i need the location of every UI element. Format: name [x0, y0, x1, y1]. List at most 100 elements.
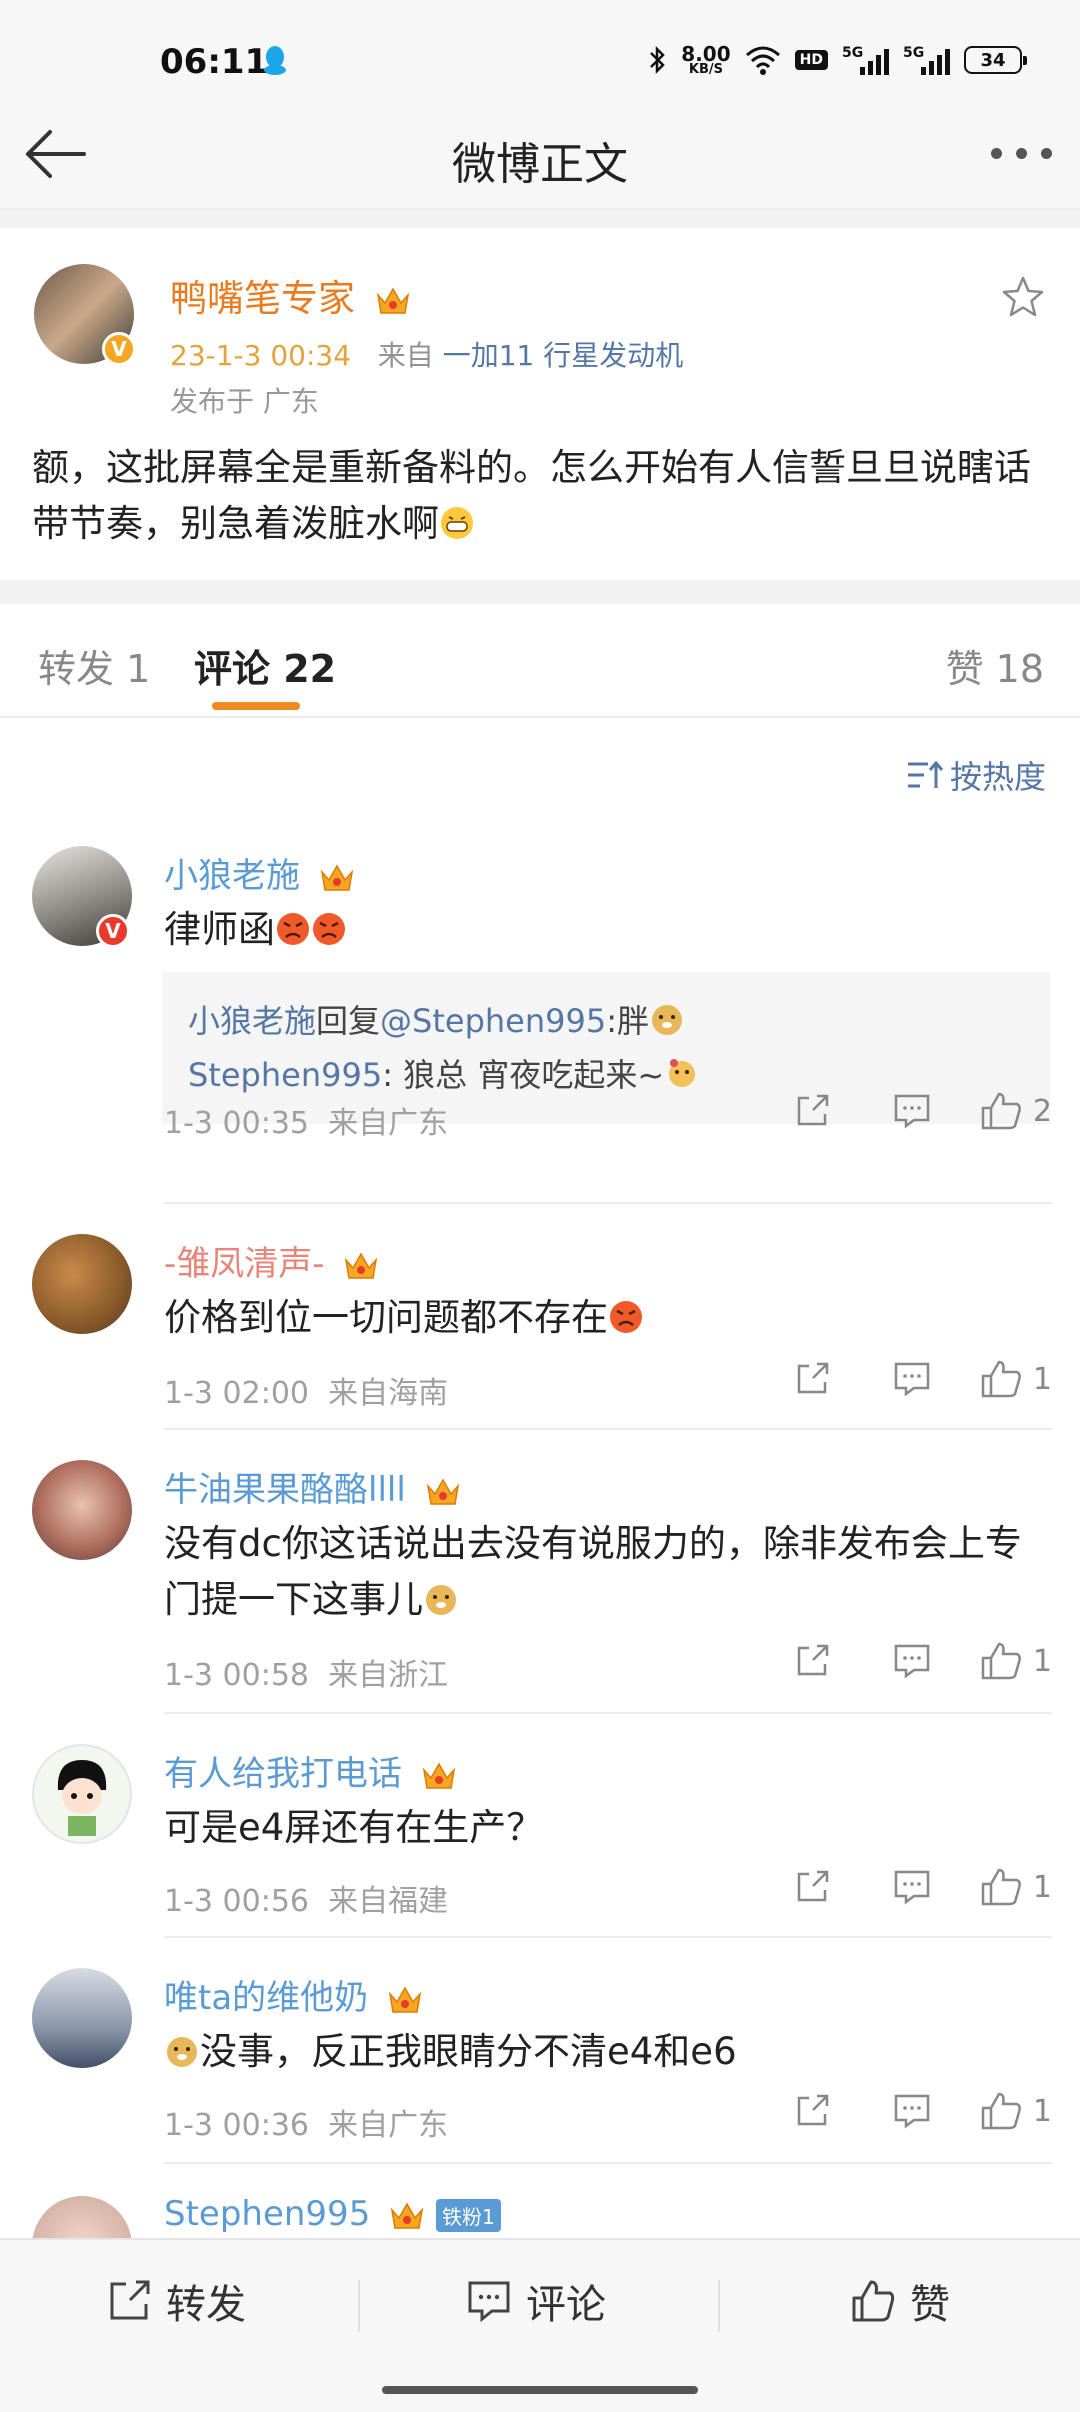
tab-repost[interactable]: 转发 1: [38, 638, 150, 693]
sort-by-hot-button[interactable]: 按热度: [906, 752, 1046, 798]
angry-emoji-icon: [610, 1301, 642, 1333]
commenter-avatar[interactable]: [32, 1744, 132, 1844]
commenter-avatar[interactable]: [32, 1968, 132, 2068]
reply-icon[interactable]: [862, 2092, 962, 2130]
crown-icon: [426, 1477, 459, 1505]
reply-icon[interactable]: [862, 1092, 962, 1130]
post-meta: 23-1-3 00:34 来自 一加11 行星发动机: [170, 334, 683, 374]
comment-meta: 1-3 00:56 来自福建: [164, 1884, 449, 1919]
comment-divider: [164, 2162, 1052, 2164]
comment-divider: [164, 1202, 1052, 1204]
star-icon[interactable]: [1000, 274, 1046, 320]
bar-separator: [718, 2280, 720, 2332]
comment-text: 可是e4屏还有在生产？: [164, 1806, 544, 1849]
post-text: 额，这批屏幕全是重新备料的。怎么开始有人信誓旦旦说瞎话带节奏，别急着泼脏水啊: [32, 446, 1031, 545]
comment-actions: 1: [762, 1358, 1052, 1400]
comment-meta: 1-3 00:58 来自浙江: [164, 1658, 449, 1693]
reply-icon[interactable]: [862, 1360, 962, 1398]
post-author-name[interactable]: 鸭嘴笔专家: [170, 268, 411, 322]
reply-line: 小狼老施回复@Stephen995:胖: [188, 994, 1024, 1048]
like-button[interactable]: 1: [962, 1358, 1052, 1400]
signal-icon-1: 5G: [842, 45, 889, 75]
comment-actions: 1: [762, 1866, 1052, 1908]
post-location: 发布于 广东: [170, 385, 319, 418]
commenter-avatar[interactable]: [32, 1460, 132, 1560]
comment-divider: [164, 1936, 1052, 1938]
verified-badge-icon: V: [102, 332, 136, 366]
comment-meta: 1-3 00:36 来自广东: [164, 2108, 449, 2143]
comment-actions: 1: [762, 1640, 1052, 1682]
post-time: 23-1-3 00:34: [170, 339, 352, 372]
like-button[interactable]: 1: [962, 2090, 1052, 2132]
doge-emoji-icon: [167, 2037, 197, 2067]
commenter-name[interactable]: 小狼老施: [164, 848, 355, 897]
tab-comments[interactable]: 评论 22: [194, 638, 336, 693]
like-button[interactable]: 赞: [850, 2272, 950, 2330]
commenter-name[interactable]: 有人给我打电话: [164, 1746, 457, 1795]
commenter-name[interactable]: 牛油果果酪酪llll: [164, 1462, 461, 1511]
post-device[interactable]: 一加11 行星发动机: [443, 339, 684, 372]
sort-icon: [907, 760, 944, 788]
bar-separator: [358, 2280, 360, 2332]
cartoon-avatar-icon: [57, 1760, 107, 1836]
comment-actions: 1: [762, 2090, 1052, 2132]
comment-actions: 2: [762, 1090, 1052, 1132]
fan-badge: 铁粉1: [435, 2199, 501, 2232]
bluetooth-icon: [650, 45, 666, 75]
crown-icon: [345, 1251, 378, 1279]
comment-text: 律师函: [164, 902, 1044, 958]
commenter-name[interactable]: -雏凤清声-: [164, 1236, 379, 1285]
comment-item: 有人给我打电话 可是e4屏还有在生产？ 1-3 00:56 来自福建 1: [0, 1738, 1080, 1938]
repost-icon[interactable]: [762, 1092, 862, 1130]
repost-icon[interactable]: [762, 1642, 862, 1680]
comment-text: 没有dc你这话说出去没有说服力的，除非发布会上专门提一下这事儿: [164, 1522, 1022, 1621]
like-button[interactable]: 1: [962, 1866, 1052, 1908]
like-button[interactable]: 1: [962, 1640, 1052, 1682]
from-label: 来自: [377, 339, 434, 372]
like-button[interactable]: 2: [962, 1090, 1052, 1132]
separator-band: [0, 210, 1080, 228]
wifi-icon: [745, 46, 780, 75]
reply-icon[interactable]: [862, 1642, 962, 1680]
comment-text: 价格到位一切问题都不存在: [164, 1290, 1044, 1346]
home-indicator[interactable]: [382, 2386, 698, 2394]
commenter-avatar[interactable]: [32, 1234, 132, 1334]
status-icons: 8.00 KB/S HD 5G 5G 34: [647, 40, 1027, 80]
comment-button[interactable]: 评论: [466, 2272, 606, 2330]
grin-emoji-icon: [441, 507, 473, 539]
qq-icon: [264, 46, 286, 75]
more-icon[interactable]: [991, 148, 1052, 159]
post-card: V 鸭嘴笔专家 23-1-3 00:34 来自 一加11 行星发动机 发布于 广…: [0, 228, 1080, 580]
hd-icon: HD: [794, 50, 828, 70]
hamster-emoji-icon: [669, 1059, 696, 1087]
status-time: 06:11: [160, 42, 269, 82]
commenter-name[interactable]: 唯ta的维他奶: [164, 1970, 423, 2019]
comment-meta: 1-3 00:35 来自广东: [164, 1106, 449, 1141]
comment-item: -雏凤清声- 价格到位一切问题都不存在 1-3 02:00 来自海南 1: [0, 1228, 1080, 1428]
repost-icon[interactable]: [762, 2092, 862, 2130]
repost-button[interactable]: 转发: [106, 2272, 246, 2330]
comment-item: 牛油果果酪酪llll 没有dc你这话说出去没有说服力的，除非发布会上专门提一下这…: [0, 1454, 1080, 1714]
comment-icon: [468, 2281, 510, 2323]
crown-icon: [320, 863, 353, 891]
repost-icon[interactable]: [762, 1360, 862, 1398]
crown-icon: [376, 286, 409, 314]
repost-icon[interactable]: [762, 1868, 862, 1906]
doge-emoji-icon: [426, 1585, 456, 1615]
comment-text: 没事，反正我眼睛分不清e4和e6: [164, 2024, 1044, 2080]
nav-bar: 微博正文: [0, 100, 1080, 210]
commenter-avatar[interactable]: [32, 2196, 132, 2238]
comment-meta: 1-3 02:00 来自海南: [164, 1376, 449, 1411]
comment-item: 唯ta的维他奶 没事，反正我眼睛分不清e4和e6 1-3 00:36 来自广东 …: [0, 1962, 1080, 2162]
crown-icon: [422, 1761, 455, 1789]
angry-emoji-icon: [313, 913, 345, 945]
thumbs-up-icon: [852, 2280, 895, 2322]
comment-divider: [164, 1712, 1052, 1714]
commenter-name[interactable]: Stephen995 铁粉1: [164, 2194, 501, 2234]
crown-icon: [390, 2201, 424, 2229]
active-tab-indicator: [212, 702, 300, 710]
tab-likes[interactable]: 赞 18: [946, 638, 1044, 693]
signal-icon-2: 5G: [903, 45, 950, 75]
comment-divider: [164, 1428, 1052, 1430]
reply-icon[interactable]: [862, 1868, 962, 1906]
